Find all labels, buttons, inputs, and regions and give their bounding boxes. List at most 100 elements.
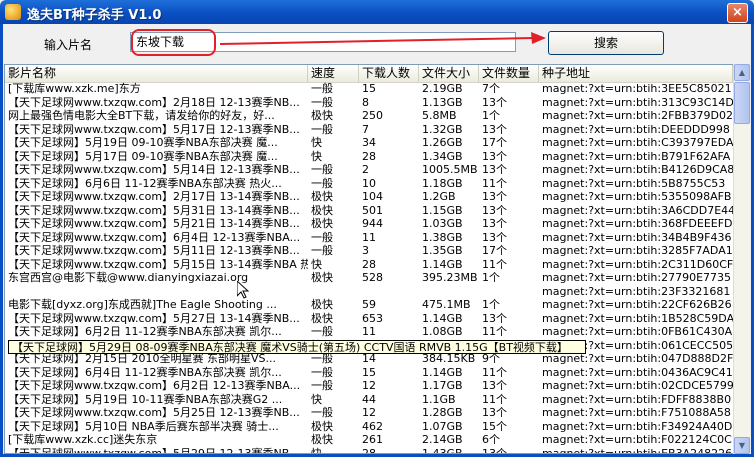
table-cell: 1个 [482, 271, 500, 284]
table-row[interactable]: 【天下足球网】6月6日 11-12赛季NBA东部决赛 热火... 一般 10 1.18… [5, 177, 733, 191]
table-cell: 东宫西宫@电影下载@www.dianyingxiazai.org [8, 271, 249, 284]
table-cell: 1.43GB [422, 446, 463, 454]
table-cell: [下载库www.xzk.me]东方 [8, 82, 141, 95]
column-header-size[interactable]: 文件大小 [419, 65, 479, 82]
table-cell: magnet:?xt=urn:btih:047D888D2F [542, 352, 733, 365]
table-cell: magnet:?xt=urn:btih:3A6CDD7E44 [542, 203, 733, 217]
table-cell: 【天下足球网www.txzqw.com】2月17日 13-14赛季NB... [8, 190, 300, 203]
table-cell: 【天下足球网www.txzqw.com】5月21日 13-14赛季NB... [8, 217, 300, 230]
table-row[interactable]: 【天下足球网】5月19日 09-10赛季NBA东部决赛 魔... 快 34 1.26G… [5, 136, 733, 150]
table-row[interactable]: 【天下足球网www.txzqw.com】5月11日 12-13赛季NB... 一般… [5, 244, 733, 258]
app-icon [5, 4, 21, 20]
table-row[interactable]: 东宫西宫@电影下载@www.dianyingxiazai.org 极快 528 395… [5, 271, 733, 285]
table-row[interactable]: 【天下足球网www.txzqw.com】5月31日 13-14赛季NB... 极快… [5, 204, 733, 218]
table-cell: 一般 [311, 365, 333, 379]
table-cell: 528 [362, 271, 383, 284]
table-row[interactable]: 【天下足球网】5月17日 09-10赛季NBA东部决赛 魔... 快 28 1.34G… [5, 150, 733, 164]
table-row[interactable]: [下载库www.xzk.me]东方 一般 15 2.19GB 7个 magnet:?xt=… [5, 82, 733, 96]
table-cell: 1.14GB [422, 257, 463, 271]
table-cell: 一般 [311, 352, 333, 365]
table-row[interactable]: magnet:?xt=urn:btih:23F3321681 [5, 285, 733, 299]
table-cell: 【天下足球网www.txzqw.com】5月15日 13-14赛季NBA 热..… [8, 257, 308, 271]
vertical-scrollbar[interactable]: ▲ ▼ [733, 64, 750, 454]
table-cell: 13个 [482, 379, 507, 392]
table-cell: magnet:?xt=urn:btih:EB3A248226 [542, 446, 733, 454]
scroll-thumb[interactable] [734, 82, 750, 124]
table-cell: 250 [362, 109, 383, 122]
table-row[interactable]: 【天下足球网www.txzqw.com】5月27日 13-14赛季NB... 极快… [5, 312, 733, 326]
table-cell [419, 285, 479, 299]
table-cell: 13个 [482, 217, 507, 230]
table-row[interactable]: 【天下足球网】5月19日 10-11赛季NBA东部决赛G2 ... 快 44 1.1G… [5, 393, 733, 407]
table-cell: 快 [311, 446, 322, 454]
table-cell: 1个 [482, 298, 500, 311]
table-cell: 1个 [482, 109, 500, 122]
table-cell: 一般 [311, 82, 333, 95]
table-row[interactable]: 【天下足球网www.txzqw.com】2月18日 12-13赛季NB... 一般… [5, 96, 733, 110]
table-row[interactable]: 【天下足球网www.txzqw.com】5月25日 12-13赛季NB... 一般… [5, 406, 733, 420]
table-row[interactable]: 网上最强色情电影大全BT下载，请发给你的好友，好... 极快 250 5.8MB 1个 m… [5, 109, 733, 123]
table-cell: 1.07GB [422, 419, 463, 433]
mouse-cursor-icon [237, 281, 249, 299]
table-cell: 8 [362, 95, 369, 109]
column-header-name[interactable]: 影片名称 [5, 65, 308, 82]
table-cell: 13个 [482, 190, 507, 203]
table-cell: magnet:?xt=urn:btih:C393797EDA [542, 136, 733, 149]
table-cell: 13个 [482, 406, 507, 419]
table-cell: 一般 [311, 122, 333, 136]
table-cell: 一般 [311, 325, 333, 338]
table-row[interactable]: 【天下足球网www.txzqw.com】5月21日 13-14赛季NB... 极快… [5, 217, 733, 231]
table-cell: 【天下足球网www.txzqw.com】6月4日 12-13赛季NBA... [8, 230, 301, 244]
column-header-magnet[interactable]: 种子地址 [539, 65, 733, 82]
title-bar[interactable]: 逸夫BT种子杀手 V1.0 × [0, 0, 754, 24]
table-cell: 11个 [482, 257, 507, 271]
close-button[interactable]: × [727, 3, 748, 23]
table-cell: 395.23MB [422, 271, 478, 284]
table-row[interactable]: 【天下足球网www.txzqw.com】5月15日 13-14赛季NBA 热..… [5, 258, 733, 272]
table-row[interactable]: 【天下足球网www.txzqw.com】5月29日 12-13赛季NB... 快 2… [5, 446, 733, 454]
table-cell: 1.15GB [422, 203, 463, 217]
table-cell: 13个 [482, 230, 507, 244]
column-header-files[interactable]: 文件数量 [479, 65, 539, 82]
table-cell: 1.08GB [422, 325, 463, 338]
table-row[interactable]: 【天下足球网】5月10日 NBA季后赛东部半决赛 骑士... 极快 462 1.07G… [5, 420, 733, 434]
table-cell: 1.34GB [422, 149, 463, 163]
scroll-up-button[interactable]: ▲ [734, 64, 750, 81]
results-list[interactable]: 影片名称 速度 下载人数 文件大小 文件数量 种子地址 [下载库www.xzk.… [4, 64, 734, 454]
table-row[interactable]: 【天下足球网】2月15日 2010全明星赛 东部明星VS... 一般 14 384.1… [5, 352, 733, 366]
table-cell: 11个 [482, 365, 507, 379]
table-cell: 【天下足球网www.txzqw.com】2月18日 12-13赛季NB... [8, 95, 300, 109]
table-cell [479, 285, 539, 299]
table-cell: 一般 [311, 95, 333, 109]
table-cell: 2 [362, 163, 369, 176]
table-cell: magnet:?xt=urn:btih:B791F62AFA [542, 149, 731, 163]
table-cell: 网上最强色情电影大全BT下载，请发给你的好友，好... [8, 109, 275, 122]
table-row[interactable]: 【天下足球网www.txzqw.com】5月14日 12-13赛季NB... 一般… [5, 163, 733, 177]
table-cell: 1.38GB [422, 230, 463, 244]
table-cell: 5.8MB [422, 109, 457, 122]
table-row[interactable]: 【天下足球网www.txzqw.com】6月2日 12-13赛季NBA... 一般… [5, 379, 733, 393]
table-cell: 1.18GB [422, 176, 463, 190]
search-button[interactable]: 搜索 [548, 31, 664, 55]
table-cell: magnet:?xt=urn:btih:0436AC9C41 [542, 365, 733, 379]
column-header-downloads[interactable]: 下载人数 [359, 65, 419, 82]
table-row[interactable]: 【天下足球网www.txzqw.com】6月4日 12-13赛季NBA... 一般… [5, 231, 733, 245]
table-cell: 【天下足球网www.txzqw.com】5月25日 12-13赛季NB... [8, 406, 300, 419]
table-row[interactable]: 【天下足球网www.txzqw.com】5月17日 12-13赛季NB... 一般… [5, 123, 733, 137]
table-cell: 13个 [482, 95, 507, 109]
table-cell: 3 [362, 244, 369, 257]
scroll-down-button[interactable]: ▼ [734, 437, 750, 454]
table-cell: 15 [362, 82, 376, 95]
table-row[interactable]: [下载库www.xzk.cc]迷失东京 极快 261 2.14GB 6个 magnet:?… [5, 433, 733, 447]
table-row[interactable]: 【天下足球网】6月4日 11-12赛季NBA东部决赛 凯尔... 一般 15 1.14… [5, 366, 733, 380]
table-cell [308, 285, 359, 299]
table-row[interactable]: 电影下载[dyxz.org]东成西就]The Eagle Shooting ..… [5, 298, 733, 312]
table-cell: 【天下足球网】5月19日 09-10赛季NBA东部决赛 魔... [8, 136, 278, 149]
table-cell: 1.26GB [422, 136, 463, 149]
table-cell: 快 [311, 136, 322, 149]
table-cell: 1.28GB [422, 406, 463, 419]
table-cell: 11个 [482, 176, 507, 190]
table-row[interactable]: 【天下足球网】6月2日 11-12赛季NBA东部决赛 凯尔... 一般 11 1.08… [5, 325, 733, 339]
column-header-speed[interactable]: 速度 [308, 65, 359, 82]
table-row[interactable]: 【天下足球网www.txzqw.com】2月17日 13-14赛季NB... 极快… [5, 190, 733, 204]
